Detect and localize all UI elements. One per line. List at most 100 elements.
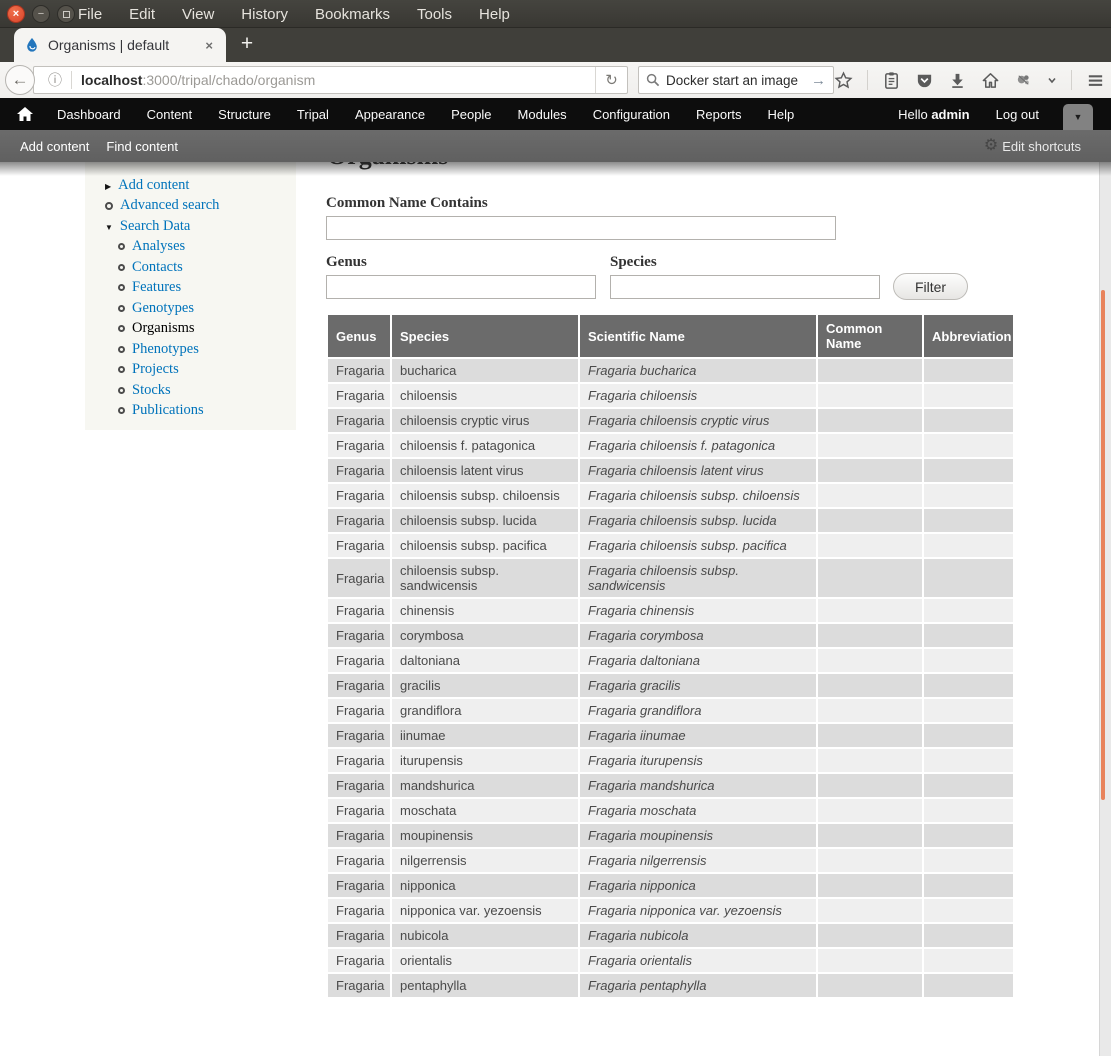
cell-abbreviation [924, 874, 1013, 897]
sidebar-item-publications: Publications [118, 401, 296, 422]
cell-common-name [818, 924, 922, 947]
search-go-icon[interactable]: → [811, 72, 826, 89]
window-maximize-button[interactable] [57, 5, 75, 23]
species-input[interactable] [610, 275, 880, 299]
menu-help[interactable]: Help [479, 6, 510, 23]
menu-edit[interactable]: Edit [129, 6, 155, 23]
table-row: FragarianubicolaFragaria nubicola [328, 924, 1013, 947]
sidebar-link-projects[interactable]: Projects [132, 361, 179, 378]
edit-shortcuts-label: Edit shortcuts [1002, 139, 1081, 154]
sidebar-link-stocks[interactable]: Stocks [132, 382, 171, 399]
cell-genus: Fragaria [328, 699, 390, 722]
toolbar-toggle-button[interactable]: ▼ [1063, 104, 1093, 130]
cell-genus: Fragaria [328, 359, 390, 382]
sidebar-link-organisms[interactable]: Organisms [132, 320, 195, 337]
sidebar-item-projects: Projects [118, 360, 296, 381]
sidebar-link-phenotypes[interactable]: Phenotypes [132, 341, 199, 358]
cell-abbreviation [924, 434, 1013, 457]
menu-bookmarks[interactable]: Bookmarks [315, 6, 390, 23]
sidebar-item-phenotypes: Phenotypes [118, 339, 296, 360]
admin-item-appearance[interactable]: Appearance [355, 107, 425, 122]
cell-abbreviation [924, 484, 1013, 507]
pocket-icon[interactable] [915, 71, 934, 90]
menu-file[interactable]: File [78, 6, 102, 23]
home-icon[interactable] [981, 71, 1000, 90]
window-minimize-button[interactable]: − [32, 5, 50, 23]
sidebar-row-genotypes: Genotypes [118, 298, 296, 319]
window-close-button[interactable]: × [7, 5, 25, 23]
common-name-input[interactable] [326, 216, 836, 240]
cell-genus: Fragaria [328, 674, 390, 697]
edit-shortcuts[interactable]: ⚙ Edit shortcuts [984, 138, 1081, 154]
admin-item-configuration[interactable]: Configuration [593, 107, 670, 122]
logout-link[interactable]: Log out [996, 107, 1039, 122]
table-row: FragarianilgerrensisFragaria nilgerrensi… [328, 849, 1013, 872]
sidebar-link-genotypes[interactable]: Genotypes [132, 300, 194, 317]
cell-species: nubicola [392, 924, 578, 947]
shortcut-add-content[interactable]: Add content [20, 139, 89, 154]
filter-button[interactable]: Filter [893, 273, 968, 300]
sidebar-link-advanced-search[interactable]: Advanced search [120, 197, 219, 214]
cell-common-name [818, 409, 922, 432]
cell-genus: Fragaria [328, 724, 390, 747]
table-row: FragariaorientalisFragaria orientalis [328, 949, 1013, 972]
cell-scientific-name: Fragaria orientalis [580, 949, 816, 972]
cell-genus: Fragaria [328, 534, 390, 557]
new-tab-button[interactable]: + [234, 32, 260, 56]
cell-genus: Fragaria [328, 899, 390, 922]
search-bar[interactable]: Docker start an image → [638, 66, 834, 94]
sidebar-link-analyses[interactable]: Analyses [132, 238, 185, 255]
gear-icon: ⚙ [984, 138, 998, 154]
menu-view[interactable]: View [182, 6, 214, 23]
sidebar-row-stocks: Stocks [118, 380, 296, 401]
leaf-bullet-icon [105, 202, 113, 210]
url-bar[interactable]: ⓘ localhost :3000/tripal/chado/organism … [33, 66, 628, 94]
admin-item-people[interactable]: People [451, 107, 491, 122]
bookmark-star-icon[interactable] [834, 71, 853, 90]
admin-item-modules[interactable]: Modules [518, 107, 567, 122]
cell-common-name [818, 509, 922, 532]
admin-item-help[interactable]: Help [768, 107, 795, 122]
genus-input[interactable] [326, 275, 596, 299]
greeting-text: Hello admin [898, 107, 970, 122]
admin-item-dashboard[interactable]: Dashboard [57, 107, 121, 122]
cell-scientific-name: Fragaria mandshurica [580, 774, 816, 797]
admin-item-structure[interactable]: Structure [218, 107, 271, 122]
shortcut-find-content[interactable]: Find content [106, 139, 178, 154]
bookmarks-clipboard-icon[interactable] [882, 71, 901, 90]
cell-species: iturupensis [392, 749, 578, 772]
toolbar-icons [834, 62, 1105, 98]
circle-bullet-icon [118, 387, 125, 394]
expanded-bullet-icon[interactable] [105, 218, 113, 235]
admin-home-icon[interactable] [17, 107, 33, 122]
scrollbar-track[interactable] [1099, 162, 1111, 1056]
sidebar-link-contacts[interactable]: Contacts [132, 259, 183, 276]
sidebar-link-add-content[interactable]: Add content [118, 177, 189, 194]
admin-item-reports[interactable]: Reports [696, 107, 742, 122]
tab-bar: Organisms | default × + [0, 28, 1111, 62]
sidebar-row-organisms: Organisms [118, 319, 296, 340]
cell-scientific-name: Fragaria nilgerrensis [580, 849, 816, 872]
download-icon[interactable] [948, 71, 967, 90]
admin-item-tripal[interactable]: Tripal [297, 107, 329, 122]
menu-tools[interactable]: Tools [417, 6, 452, 23]
browser-tab[interactable]: Organisms | default × [14, 28, 226, 62]
collapsed-bullet-icon[interactable] [105, 177, 111, 194]
admin-item-content[interactable]: Content [147, 107, 193, 122]
sidebar-link-features[interactable]: Features [132, 279, 181, 296]
scrollbar-thumb[interactable] [1101, 290, 1105, 800]
reload-button[interactable]: ↻ [595, 67, 627, 93]
hamburger-menu-icon[interactable] [1086, 71, 1105, 90]
table-header-row: GenusSpeciesScientific NameCommon NameAb… [328, 315, 1013, 357]
sidebar-link-search-data[interactable]: Search Data [120, 218, 190, 235]
menu-history[interactable]: History [241, 6, 288, 23]
extension-icon[interactable] [1014, 71, 1033, 90]
sidebar-link-publications[interactable]: Publications [132, 402, 204, 419]
table-row: FragarianipponicaFragaria nipponica [328, 874, 1013, 897]
tab-close-icon[interactable]: × [202, 38, 216, 53]
circle-bullet-icon [118, 243, 125, 250]
search-input[interactable]: Docker start an image [666, 73, 805, 88]
page-info-icon[interactable]: ⓘ [48, 70, 62, 90]
back-button[interactable]: ← [5, 65, 35, 95]
chevron-down-icon[interactable] [1047, 75, 1057, 85]
